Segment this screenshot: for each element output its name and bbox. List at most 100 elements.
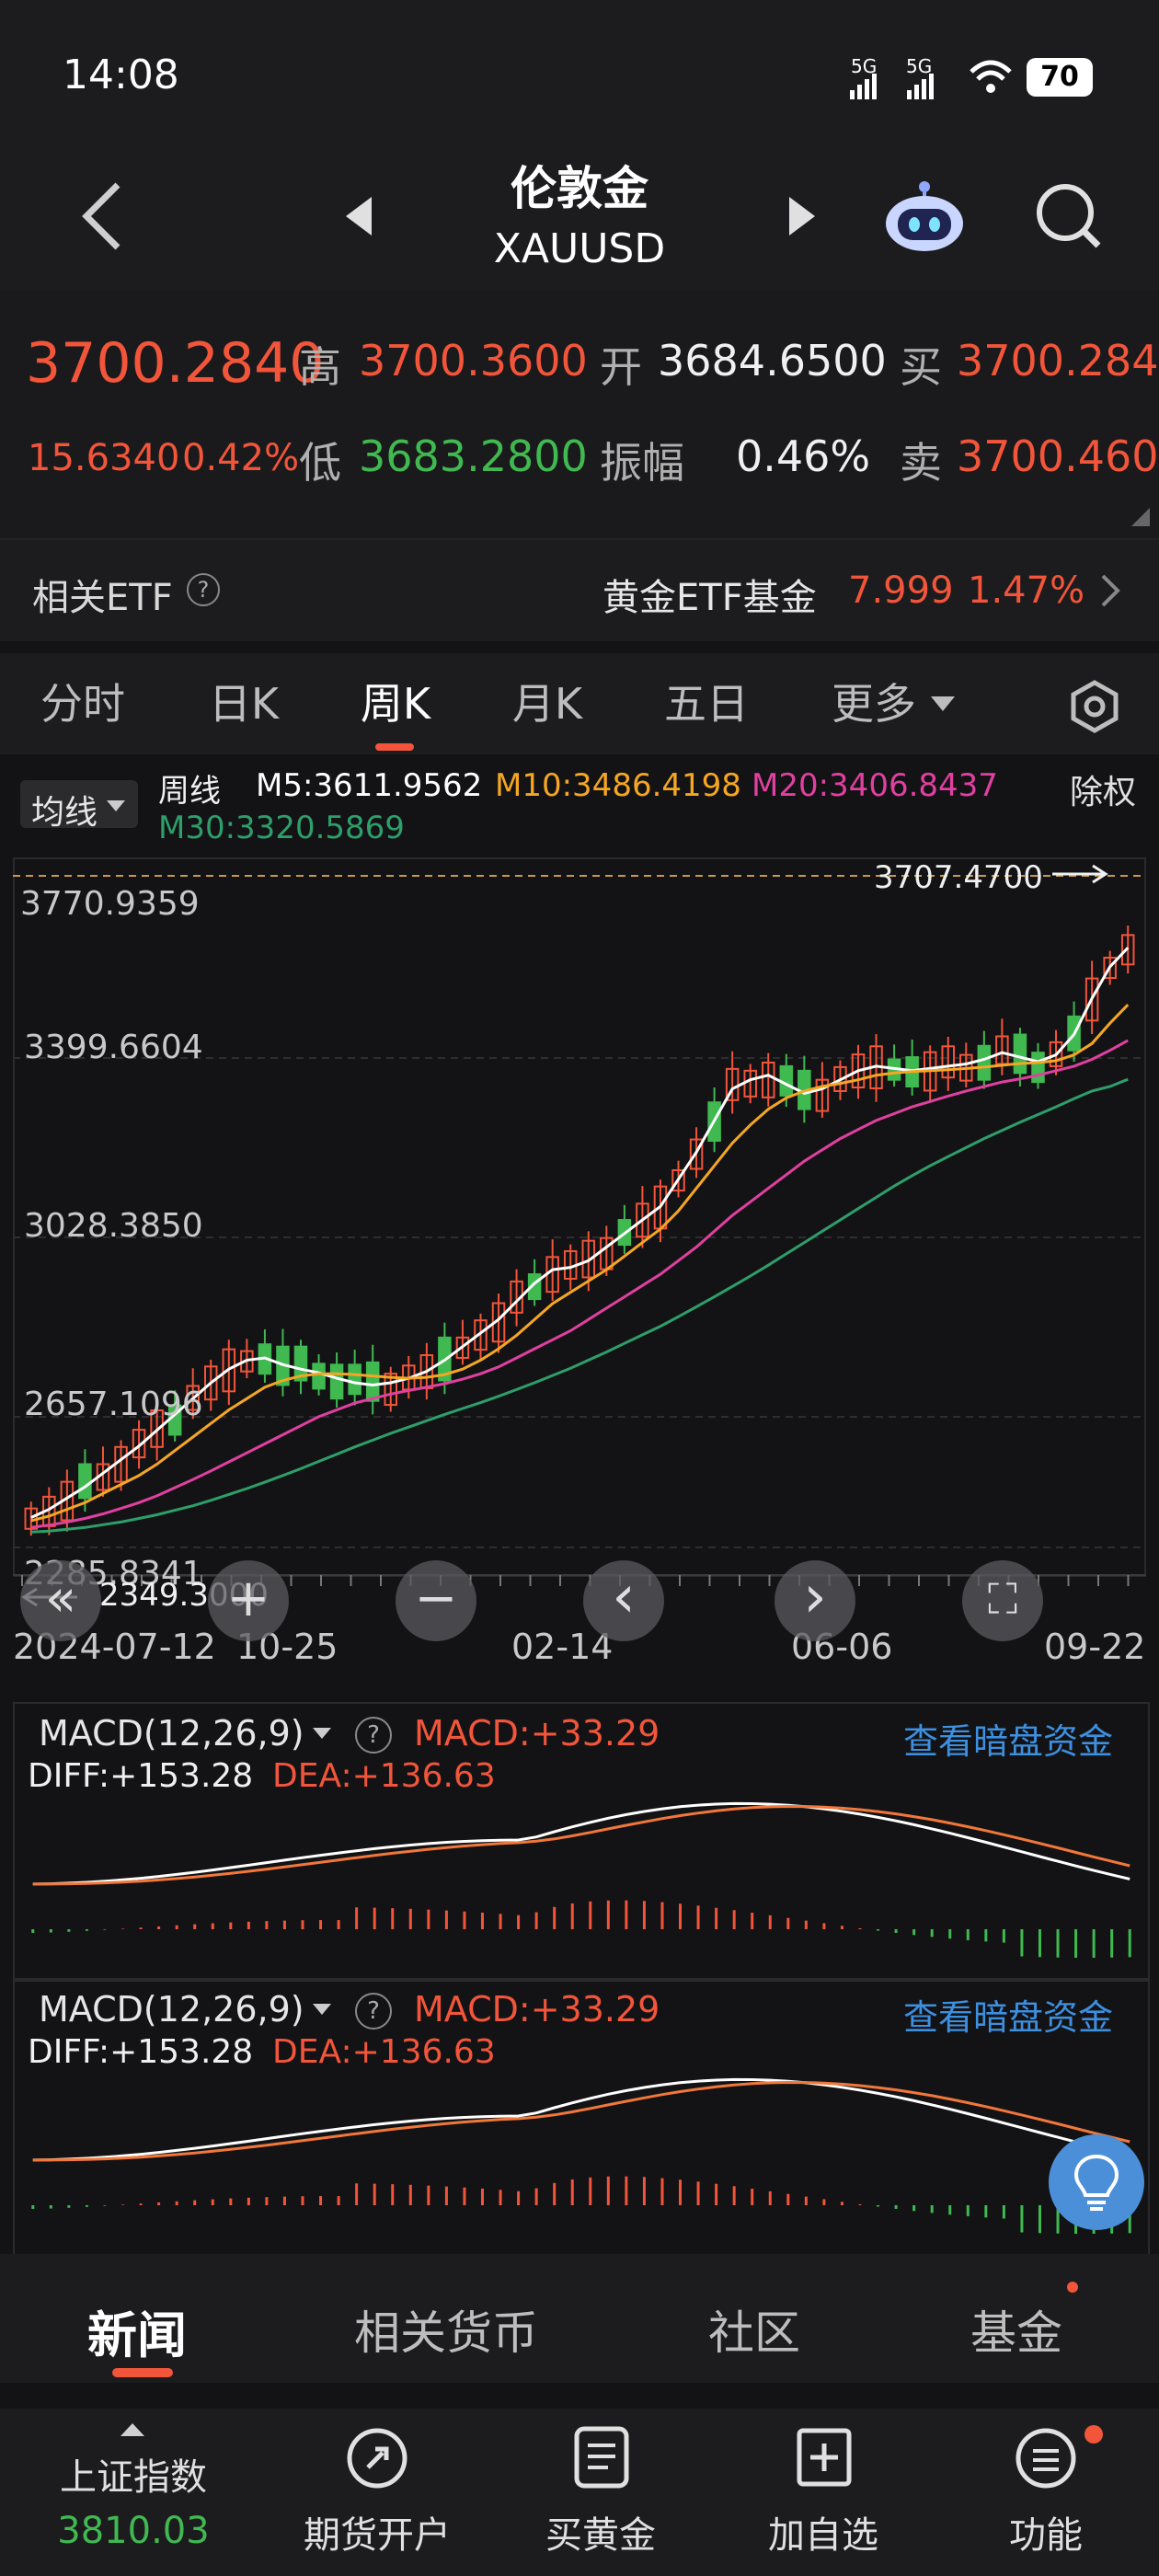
nav-futures-account[interactable]: 期货开户: [285, 2409, 469, 2576]
prev-symbol-icon[interactable]: [340, 193, 377, 239]
scroll-right-button[interactable]: ›: [775, 1560, 855, 1641]
tab-daily-k[interactable]: 日K: [179, 653, 308, 754]
buy-value: 3700.2840: [957, 336, 1159, 385]
zoom-in-button[interactable]: +: [208, 1560, 289, 1641]
macd1-dropdown-icon[interactable]: [311, 1726, 333, 1741]
related-etf-row[interactable]: 相关ETF ? 黄金ETF基金 7.999 1.47%: [0, 538, 1159, 641]
help-icon[interactable]: ?: [187, 573, 220, 606]
search-icon[interactable]: [1032, 179, 1106, 253]
candle-body: [1013, 1033, 1027, 1075]
macd1-darkpool-link[interactable]: 查看暗盘资金: [903, 1713, 1113, 1764]
scroll-left-button[interactable]: ‹: [583, 1560, 664, 1641]
ma20-value: M20:3406.8437: [752, 767, 998, 804]
ma-selector[interactable]: 均线: [20, 780, 138, 832]
tab-five-day[interactable]: 五日: [642, 653, 771, 754]
etf-fund-name: 黄金ETF基金: [602, 577, 817, 619]
wifi-icon: [970, 60, 1012, 93]
y-tick-2: 3399.6604: [24, 1029, 203, 1066]
fullscreen-button[interactable]: ⛶: [962, 1560, 1043, 1641]
high-value: 3700.3600: [359, 336, 588, 385]
macd1-indicator-name[interactable]: MACD(12,26,9): [39, 1713, 304, 1754]
ma-selector-label: 均线: [31, 794, 98, 832]
zoom-out-button[interactable]: −: [396, 1560, 476, 1641]
low-value: 3683.2800: [359, 431, 588, 481]
chevron-right-icon: [1101, 574, 1120, 607]
macd2-dropdown-icon[interactable]: [311, 2002, 333, 2017]
status-bar: 14:08 5G 5G 70: [0, 0, 1159, 152]
low-label: 低: [299, 438, 341, 488]
quote-panel: 3700.2840 15.6340 0.42% 高 3700.3600 低 36…: [0, 290, 1159, 538]
diff-line: [32, 2077, 1130, 2162]
ma-line-m30: [30, 1077, 1129, 1534]
max-price-label: 3707.4700: [874, 859, 1043, 896]
ma30-value: M30:3320.5869: [158, 810, 405, 846]
ma10-value: M10:3486.4198: [495, 767, 741, 804]
ma-line-m20: [30, 1039, 1129, 1529]
tab-related-currency[interactable]: 相关货币: [354, 2296, 538, 2363]
macd2-darkpool-link[interactable]: 查看暗盘资金: [903, 1989, 1113, 2040]
open-label: 开: [600, 342, 642, 392]
candle-body: [329, 1363, 344, 1400]
status-time: 14:08: [63, 52, 179, 98]
buy-gold-label: 买黄金: [545, 2514, 656, 2557]
macd2-chart: [31, 2077, 1131, 2234]
tab-weekly-k[interactable]: 周K: [331, 653, 460, 754]
active-tab-indicator: [375, 743, 414, 751]
index-name: 上证指数: [60, 2456, 207, 2499]
ex-right-toggle[interactable]: 除权: [1070, 765, 1136, 813]
back-arrow-icon[interactable]: [74, 179, 129, 253]
chart-settings-icon[interactable]: [1067, 679, 1122, 734]
period-name: 周线: [158, 773, 221, 810]
etf-fund-pct: 1.47%: [968, 569, 1085, 612]
up-triangle-icon: [120, 2423, 144, 2436]
y-tick-4: 2657.1096: [24, 1386, 203, 1423]
nav-functions[interactable]: 功能: [954, 2409, 1138, 2576]
nav-buy-gold[interactable]: 买黄金: [509, 2409, 693, 2576]
macd1-value: MACD:+33.29: [414, 1713, 660, 1754]
last-price: 3700.2840: [26, 331, 325, 396]
page-subtitle: XAUUSD: [493, 225, 666, 272]
macd2-value: MACD:+33.29: [414, 1989, 660, 2030]
next-symbol-icon[interactable]: [784, 193, 820, 239]
macd-panel-1: MACD(12,26,9) ? MACD:+33.29 查看暗盘资金 DIFF:…: [13, 1702, 1150, 1982]
amplitude-value: 0.46%: [736, 431, 871, 481]
price-change-pct: 0.42%: [182, 437, 300, 479]
buy-label: 买: [900, 342, 942, 392]
robot-assistant-icon[interactable]: [883, 179, 966, 253]
max-arrow-icon: [1052, 864, 1108, 884]
futures-account-icon: [347, 2428, 407, 2489]
dropdown-triangle-icon: [931, 696, 955, 711]
expand-corner-icon[interactable]: [1130, 506, 1152, 528]
news-tab-indicator: [112, 2368, 173, 2377]
fund-badge-dot: [1067, 2282, 1078, 2293]
tips-button[interactable]: [1049, 2134, 1144, 2230]
scroll-to-start-button[interactable]: «: [20, 1560, 101, 1641]
open-value: 3684.6500: [658, 336, 887, 385]
price-change: 15.6340: [28, 437, 180, 479]
amplitude-label: 振幅: [600, 438, 684, 488]
tab-more[interactable]: 更多: [819, 653, 929, 754]
macd2-indicator-name[interactable]: MACD(12,26,9): [39, 1989, 304, 2030]
add-box-icon: [797, 2428, 852, 2487]
chart-area: 均线 周线 M5:3611.9562 M10:3486.4198 M20:340…: [0, 754, 1159, 2258]
functions-badge-dot: [1084, 2425, 1103, 2444]
candle-body: [977, 1044, 992, 1081]
tab-intraday[interactable]: 分时: [18, 653, 147, 754]
macd1-help-icon[interactable]: ?: [355, 1717, 392, 1754]
candle-body: [312, 1363, 326, 1390]
candle-body: [78, 1463, 92, 1500]
candle-body: [365, 1361, 380, 1402]
etf-label: 相关ETF: [32, 577, 173, 619]
tab-fund[interactable]: 基金: [970, 2296, 1062, 2363]
nav-index-ticker[interactable]: 上证指数 3810.03: [41, 2409, 225, 2576]
y-tick-1: 3770.9359: [20, 885, 200, 923]
tab-community[interactable]: 社区: [708, 2296, 800, 2363]
header-bar: 伦敦金 XAUUSD: [0, 152, 1159, 290]
content-tabs: 新闻 相关货币 社区 基金: [0, 2254, 1159, 2383]
ma-dropdown-icon: [107, 800, 125, 811]
tab-news[interactable]: 新闻: [87, 2294, 187, 2367]
nav-add-watchlist[interactable]: 加自选: [731, 2409, 915, 2576]
macd2-help-icon[interactable]: ?: [355, 1993, 392, 2030]
functions-label: 功能: [1009, 2514, 1083, 2557]
tab-monthly-k[interactable]: 月K: [483, 653, 612, 754]
